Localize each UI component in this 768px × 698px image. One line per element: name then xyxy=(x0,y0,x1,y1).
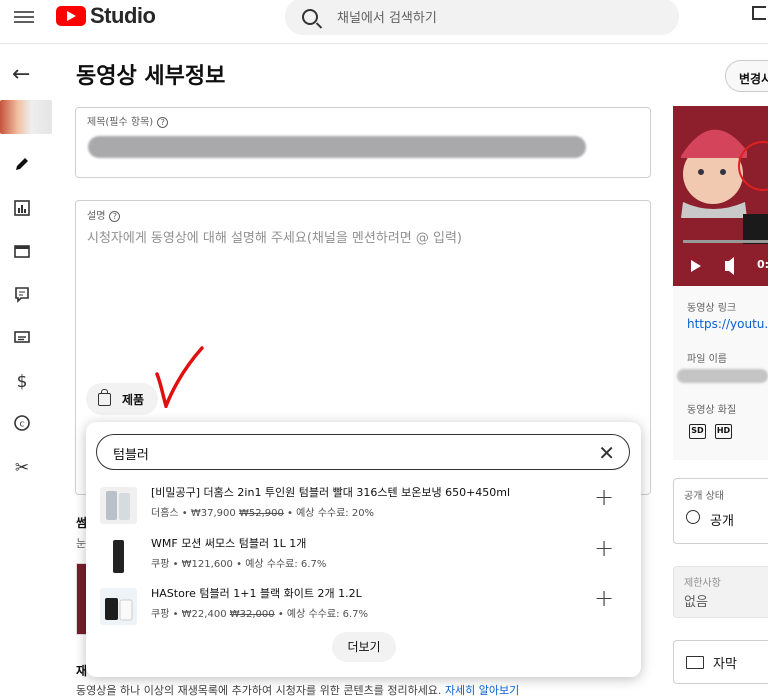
hd-badge: HD xyxy=(715,424,732,439)
svg-text:c: c xyxy=(20,420,25,430)
help-icon[interactable]: ? xyxy=(109,211,121,222)
playlist-description: 동영상을 하나 이상의 재생목록에 추가하여 시청자를 위한 콘텐츠를 정리하세… xyxy=(76,684,520,697)
hamburger-icon[interactable] xyxy=(14,8,34,28)
studio-logo[interactable]: Studio xyxy=(56,3,156,28)
thumbnail-subtext: 눈 xyxy=(76,537,87,550)
product-row[interactable]: HAStore 텀블러 1+1 블랙 화이트 2개 1.2L 쿠팡 • ₩22,… xyxy=(100,585,620,635)
subtitles-button[interactable]: 자막 xyxy=(673,640,768,684)
red-checkmark-annotation xyxy=(155,346,204,408)
product-row[interactable]: WMF 모션 써모스 텀블러 1L 1개 쿠팡 • ₩121,600 • 예상 … xyxy=(100,535,620,585)
clapperboard-icon[interactable] xyxy=(11,242,33,264)
add-product-chip[interactable]: 제품 xyxy=(86,383,158,415)
filename-redacted xyxy=(677,369,768,383)
globe-icon xyxy=(686,510,700,524)
subtitles-label: 자막 xyxy=(713,657,737,672)
description-field-label: 설명? xyxy=(87,207,121,222)
sd-badge: SD xyxy=(689,424,706,439)
search-input[interactable]: 채널에서 검색하기 xyxy=(337,7,437,26)
product-search-input[interactable]: 텀블러 ✕ xyxy=(96,434,630,470)
video-thumbnail-avatar[interactable] xyxy=(0,100,52,134)
video-info-panel: 동영상 링크 https://youtu. 파일 이름 동영상 화질 SD HD xyxy=(673,286,768,460)
pencil-icon[interactable] xyxy=(11,155,33,177)
video-quality-label: 동영상 화질 xyxy=(687,405,737,416)
back-arrow-icon[interactable]: ← xyxy=(12,64,30,86)
youtube-logo-icon xyxy=(56,6,86,26)
product-chip-label: 제품 xyxy=(122,392,145,407)
restrictions-value: 없음 xyxy=(684,595,708,610)
product-name: [비밀공구] 더홈스 2in1 투인원 텀블러 빨대 316스텐 보온보냉 65… xyxy=(151,486,511,499)
copyright-icon[interactable]: c xyxy=(11,414,33,436)
product-image xyxy=(100,588,137,625)
title-field[interactable]: 제목(필수 항목)? xyxy=(75,107,651,178)
logo-text: Studio xyxy=(90,3,156,28)
learn-more-link[interactable]: 자세히 알아보기 xyxy=(445,684,519,697)
add-product-button[interactable]: + xyxy=(594,586,614,610)
subtitles-icon xyxy=(686,656,704,669)
product-meta: 쿠팡 • ₩22,400 ₩32,000 • 예상 수수료: 6.7% xyxy=(151,609,369,620)
comment-icon[interactable] xyxy=(11,285,33,307)
visibility-selector[interactable]: 공개 상태 공개 xyxy=(673,478,768,544)
visibility-value: 공개 xyxy=(710,514,734,529)
video-time: 0: xyxy=(757,258,768,271)
top-bar: Studio 채널에서 검색하기 xyxy=(0,0,768,44)
side-nav: ← $ c ✂ xyxy=(0,44,52,698)
title-field-label: 제목(필수 항목)? xyxy=(87,113,169,128)
product-meta: 더홈스 • ₩37,900 ₩52,900 • 예상 수수료: 20% xyxy=(151,508,375,519)
add-product-button[interactable]: + xyxy=(594,485,614,509)
dollar-icon[interactable]: $ xyxy=(11,371,33,393)
filename-label: 파일 이름 xyxy=(687,354,727,365)
analytics-icon[interactable] xyxy=(11,199,33,221)
page-title: 동영상 세부정보 xyxy=(76,64,226,89)
product-row[interactable]: [비밀공구] 더홈스 2in1 투인원 텀블러 빨대 316스텐 보온보냉 65… xyxy=(100,484,620,534)
search-bar[interactable]: 채널에서 검색하기 xyxy=(285,0,679,35)
product-search-popup: 텀블러 ✕ [비밀공구] 더홈스 2in1 투인원 텀블러 빨대 316스텐 보… xyxy=(86,422,641,677)
product-meta: 쿠팡 • ₩121,600 • 예상 수수료: 6.7% xyxy=(151,559,327,570)
restrictions-box: 제한사항 없음 xyxy=(673,566,768,618)
search-icon[interactable] xyxy=(302,8,318,25)
visibility-label: 공개 상태 xyxy=(684,491,724,502)
subtitles-icon[interactable] xyxy=(11,328,33,350)
restrictions-label: 제한사항 xyxy=(684,578,721,589)
video-preview[interactable]: 0: xyxy=(673,106,768,286)
video-link[interactable]: https://youtu. xyxy=(687,317,768,331)
title-value-redacted xyxy=(88,136,586,158)
product-name: HAStore 텀블러 1+1 블랙 화이트 2개 1.2L xyxy=(151,587,362,600)
description-input[interactable]: 시청자에게 동영상에 대해 설명해 주세요(채널을 멘션하려면 @ 입력) xyxy=(87,227,462,246)
product-image xyxy=(100,487,137,524)
help-icon[interactable]: ? xyxy=(157,117,169,128)
scissors-icon[interactable]: ✂ xyxy=(11,457,33,479)
product-image xyxy=(100,538,137,575)
shopping-bag-icon xyxy=(98,388,111,406)
close-icon[interactable]: ✕ xyxy=(598,441,615,465)
product-name: WMF 모션 써모스 텀블러 1L 1개 xyxy=(151,537,307,550)
video-link-label: 동영상 링크 xyxy=(687,303,737,314)
create-icon[interactable] xyxy=(752,6,766,20)
add-product-button[interactable]: + xyxy=(594,536,614,560)
undo-changes-button[interactable]: 변경사 xyxy=(725,60,768,92)
show-more-button[interactable]: 더보기 xyxy=(332,632,396,662)
